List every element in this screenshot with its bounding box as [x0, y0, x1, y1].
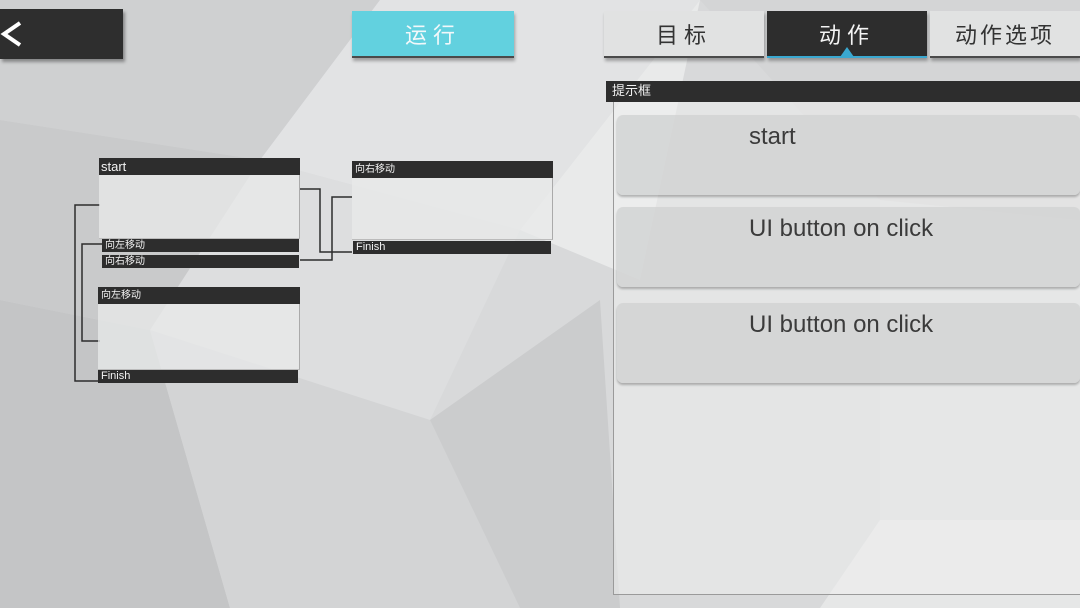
wire-right-to-node: [300, 196, 352, 261]
node-title: start: [99, 158, 300, 175]
node-title: 向右移动: [352, 161, 553, 178]
node-port-move-right[interactable]: 向右移动: [102, 255, 299, 268]
node-title: 向左移动: [98, 287, 300, 304]
wire-start-to-right: [300, 188, 352, 253]
node-port-move-left[interactable]: 向左移动: [102, 239, 299, 252]
action-item-label: UI button on click: [749, 215, 934, 242]
panel-title: 提示框: [606, 81, 1080, 102]
graph-node-move-right[interactable]: 向右移动: [352, 161, 553, 240]
node-port-finish[interactable]: Finish: [353, 241, 551, 254]
action-item[interactable]: start: [617, 115, 1080, 195]
action-item-label: start: [749, 123, 796, 150]
action-item[interactable]: UI button on click: [617, 303, 1080, 383]
action-item-label: UI button on click: [749, 311, 934, 338]
wire-finish-back: [74, 204, 100, 382]
node-body: [352, 178, 553, 240]
action-item[interactable]: UI button on click: [617, 207, 1080, 287]
graph-node-start[interactable]: start: [99, 158, 300, 239]
node-port-finish[interactable]: Finish: [98, 370, 298, 383]
graph-node-move-left[interactable]: 向左移动: [98, 287, 300, 370]
node-body: [99, 175, 300, 239]
node-body: [98, 304, 300, 370]
